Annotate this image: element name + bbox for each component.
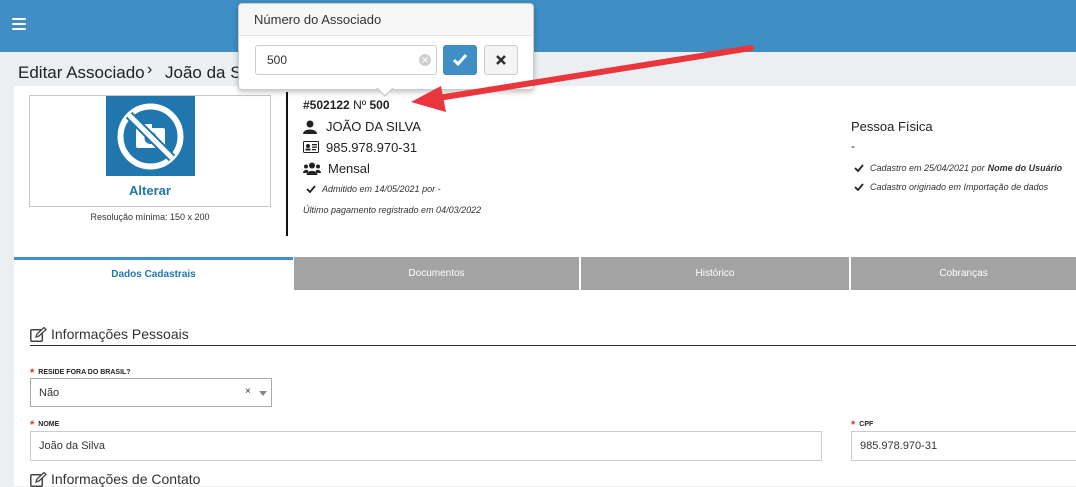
associate-name-row: JOÃO DA SILVA xyxy=(303,119,421,134)
admitted-text: Admitido em 14/05/2021 por - xyxy=(322,184,441,194)
check-icon xyxy=(306,185,316,194)
tab-cobrancas[interactable]: Cobranças xyxy=(851,257,1076,290)
chevron-right-icon: › xyxy=(147,61,153,78)
abroad-select[interactable]: Não × xyxy=(30,378,272,407)
associate-number-popover: Número do Associado 500 ✕ xyxy=(238,3,534,97)
associate-document-row: 985.978.970-31 xyxy=(303,140,417,155)
associate-id-line: #502122 Nº 500 xyxy=(303,98,390,112)
abroad-label: * RESIDE FORA DO BRASIL? xyxy=(30,365,131,379)
section-personal-info: Informações Pessoais xyxy=(30,326,189,342)
clear-icon[interactable]: × xyxy=(245,386,251,397)
section-contact-info: Informações de Contato xyxy=(30,471,200,487)
change-photo-link[interactable]: Alterar xyxy=(30,183,270,198)
clear-circle-icon[interactable]: ✕ xyxy=(419,54,431,66)
abroad-select-value: Não xyxy=(39,387,60,399)
popover-title: Número do Associado xyxy=(239,4,533,36)
caret-down-icon[interactable] xyxy=(259,391,267,396)
associate-number[interactable]: 500 xyxy=(369,98,389,112)
user-icon xyxy=(303,120,319,134)
tab-documentos[interactable]: Documentos xyxy=(294,257,579,290)
resolution-note: Resolução mínima: 150 x 200 xyxy=(90,212,210,222)
check-icon xyxy=(452,54,468,67)
edit-icon xyxy=(30,326,47,342)
registered-line: Cadastro em 25/04/2021 por Nome do Usuár… xyxy=(854,163,1062,173)
associate-document: 985.978.970-31 xyxy=(326,140,418,155)
users-icon xyxy=(303,162,321,176)
breadcrumb: Editar Associado › João da Silva xyxy=(0,52,1076,88)
admitted-line: Admitido em 14/05/2021 por - xyxy=(306,184,441,194)
name-label: * NOME xyxy=(30,417,60,431)
section-divider xyxy=(30,345,1076,346)
confirm-button[interactable] xyxy=(443,45,477,75)
person-type-dash: - xyxy=(851,139,855,153)
last-payment-text: Último pagamento registrado em 04/03/202… xyxy=(303,205,482,215)
cpf-label: * CPF xyxy=(851,417,874,431)
associate-number-input[interactable]: 500 ✕ xyxy=(255,45,437,75)
cancel-button[interactable] xyxy=(484,45,518,75)
associate-plan-row: Mensal xyxy=(303,161,370,176)
check-icon xyxy=(854,183,864,192)
popover-arrow-inner xyxy=(377,87,393,95)
tab-bar: Dados Cadastrais Documentos Histórico Co… xyxy=(14,257,1076,290)
edit-icon xyxy=(30,471,47,487)
origin-text: Cadastro originado em Importação de dado… xyxy=(870,182,1049,192)
vertical-divider xyxy=(286,92,288,236)
id-card-icon xyxy=(303,140,319,155)
section-personal-title: Informações Pessoais xyxy=(51,326,189,342)
tab-dados-cadastrais[interactable]: Dados Cadastrais xyxy=(14,257,293,290)
check-icon xyxy=(854,164,864,173)
last-payment-line: Último pagamento registrado em 04/03/202… xyxy=(303,205,481,215)
associate-name: JOÃO DA SILVA xyxy=(326,119,421,134)
hamburger-menu-icon[interactable] xyxy=(12,18,26,30)
close-icon xyxy=(496,55,506,65)
top-navbar xyxy=(0,0,1076,52)
registered-prefix: Cadastro em 25/04/2021 por xyxy=(870,163,985,173)
required-mark: * xyxy=(851,419,856,431)
abroad-label-text: RESIDE FORA DO BRASIL? xyxy=(38,369,131,376)
number-prefix: Nº xyxy=(353,98,367,112)
cpf-input[interactable]: 985.978.970-31 xyxy=(851,431,1076,461)
required-mark: * xyxy=(30,419,35,431)
section-contact-title: Informações de Contato xyxy=(51,471,201,487)
associate-plan: Mensal xyxy=(328,161,370,176)
photo-panel: Alterar xyxy=(29,95,271,207)
name-label-text: NOME xyxy=(38,421,60,428)
associate-number-input-value: 500 xyxy=(267,53,288,67)
associate-id: #502122 xyxy=(303,98,350,112)
cpf-label-text: CPF xyxy=(859,421,874,428)
no-photo-icon[interactable] xyxy=(106,96,195,176)
tab-historico[interactable]: Histórico xyxy=(581,257,849,290)
name-input[interactable]: João da Silva xyxy=(30,431,822,461)
breadcrumb-title[interactable]: Editar Associado xyxy=(18,63,145,83)
person-type: Pessoa Física xyxy=(851,119,933,134)
origin-line: Cadastro originado em Importação de dado… xyxy=(854,182,1048,192)
registered-user: Nome do Usuário xyxy=(987,163,1063,173)
